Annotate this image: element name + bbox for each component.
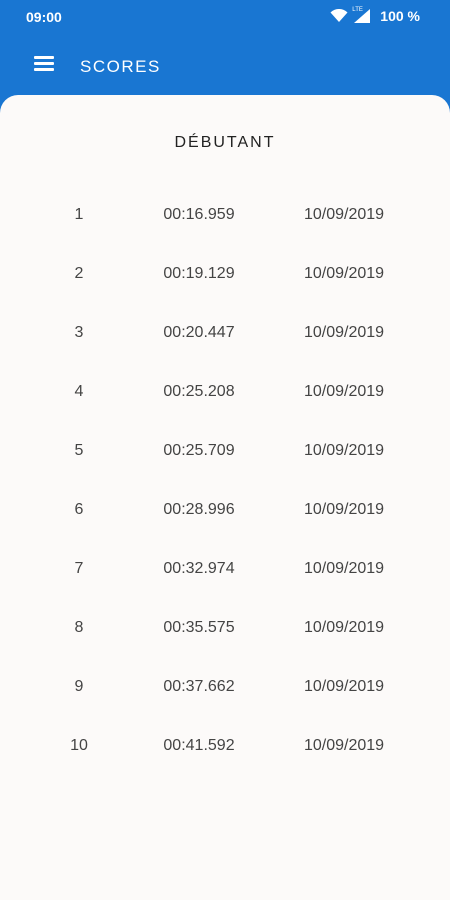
score-time: 00:32.974: [163, 560, 235, 577]
score-date: 10/09/2019: [303, 324, 385, 341]
score-date: 10/09/2019: [303, 501, 385, 518]
level-title: DÉBUTANT: [174, 134, 276, 151]
score-row: 6 00:28.996 10/09/2019: [0, 501, 450, 560]
score-time: 00:19.129: [163, 265, 235, 282]
status-time: 09:00: [26, 9, 62, 25]
score-row: 1 00:16.959 10/09/2019: [0, 206, 450, 265]
score-rank: 6: [74, 501, 84, 518]
score-row: 10 00:41.592 10/09/2019: [0, 737, 450, 796]
score-time: 00:20.447: [163, 324, 235, 341]
score-date: 10/09/2019: [303, 383, 385, 400]
score-rank: 5: [74, 442, 84, 459]
page-title: SCORES: [80, 57, 161, 76]
score-time: 00:41.592: [163, 737, 235, 754]
app-screen: { "status_bar": { "time": "09:00", "netw…: [0, 0, 450, 900]
score-date: 10/09/2019: [303, 678, 385, 695]
score-date: 10/09/2019: [303, 442, 385, 459]
score-rank: 9: [74, 678, 84, 695]
score-date: 10/09/2019: [303, 265, 385, 282]
score-row: 8 00:35.575 10/09/2019: [0, 619, 450, 678]
wifi-icon: [330, 9, 348, 22]
score-date: 10/09/2019: [303, 737, 385, 754]
score-time: 00:37.662: [163, 678, 235, 695]
score-time: 00:25.208: [163, 383, 235, 400]
scores-list: 1 00:16.959 10/09/2019 2 00:19.129 10/09/2019…: [0, 206, 450, 796]
score-rank: 4: [74, 383, 84, 400]
battery-level: 100 %: [380, 8, 420, 24]
score-date: 10/09/2019: [303, 206, 385, 223]
score-row: 7 00:32.974 10/09/2019: [0, 560, 450, 619]
status-icons: LTE 100 %: [330, 7, 420, 24]
score-time: 00:16.959: [163, 206, 235, 223]
score-date: 10/09/2019: [303, 619, 385, 636]
score-rank: 10: [70, 737, 88, 754]
score-rank: 2: [74, 265, 84, 282]
score-time: 00:25.709: [163, 442, 235, 459]
status-bar: 09:00 LTE 100 %: [0, 0, 450, 36]
score-rank: 7: [74, 560, 84, 577]
score-row: 5 00:25.709 10/09/2019: [0, 442, 450, 501]
scores-card: DÉBUTANT 1 00:16.959 10/09/2019 2 00:19.129 1…: [0, 95, 450, 900]
app-bar: SCORES: [0, 36, 450, 96]
score-time: 00:28.996: [163, 501, 235, 518]
score-date: 10/09/2019: [303, 560, 385, 577]
score-rank: 3: [74, 324, 84, 341]
score-row: 3 00:20.447 10/09/2019: [0, 324, 450, 383]
menu-icon[interactable]: [34, 56, 56, 74]
score-row: 4 00:25.208 10/09/2019: [0, 383, 450, 442]
score-rank: 1: [74, 206, 84, 223]
score-rank: 8: [74, 619, 84, 636]
score-time: 00:35.575: [163, 619, 235, 636]
score-row: 2 00:19.129 10/09/2019: [0, 265, 450, 324]
cellular-signal-icon: LTE: [352, 7, 371, 23]
score-row: 9 00:37.662 10/09/2019: [0, 678, 450, 737]
